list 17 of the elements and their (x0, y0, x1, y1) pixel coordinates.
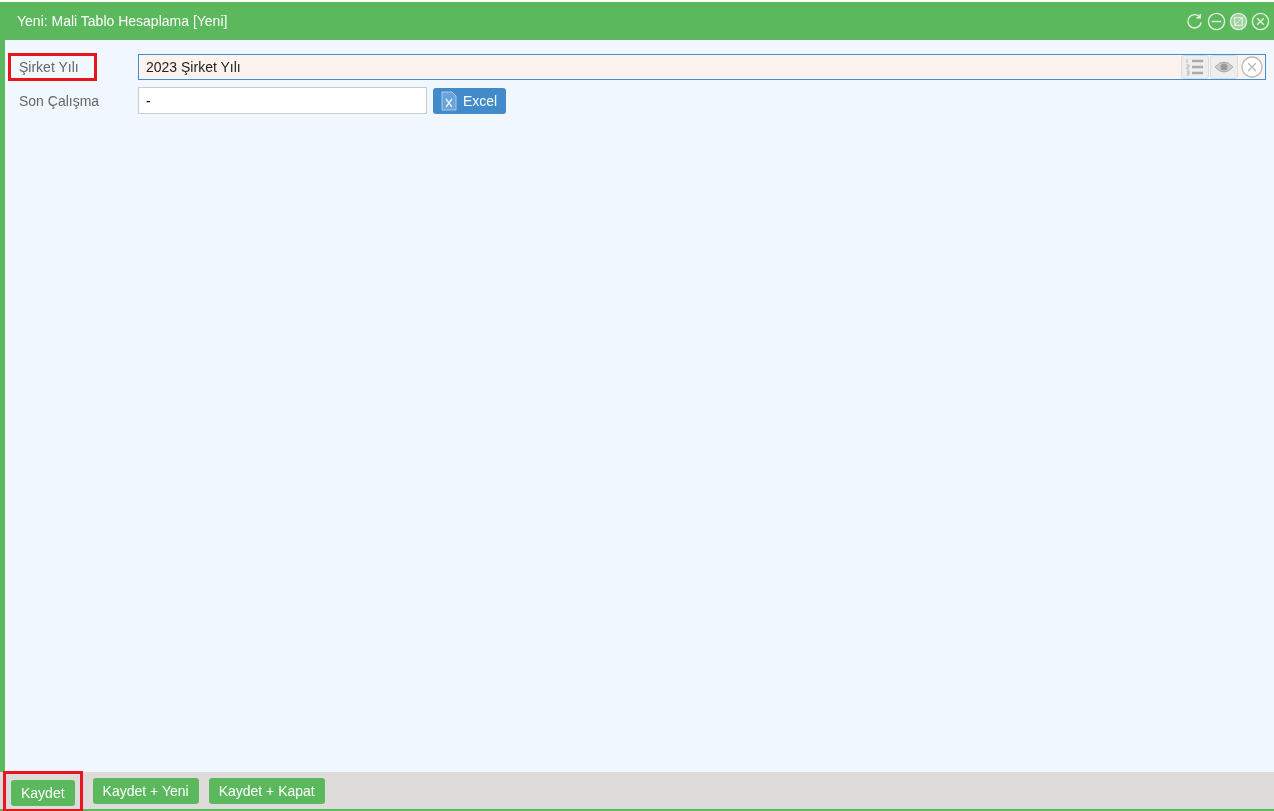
window-title: Yeni: Mali Tablo Hesaplama [Yeni] (17, 13, 228, 29)
save-button[interactable]: Kaydet + Yeni (92, 777, 199, 804)
field-label: Son Çalışma (18, 91, 101, 111)
eye-icon[interactable] (1210, 54, 1238, 79)
maximize-icon[interactable] (1229, 11, 1248, 31)
excel-button[interactable]: Excel (433, 87, 507, 114)
field-label: Şirket Yılı (8, 52, 97, 81)
spreadsheet-file-icon (441, 90, 457, 111)
save-button[interactable]: Kaydet (11, 780, 75, 806)
refresh-icon[interactable] (1185, 11, 1204, 31)
minimize-icon[interactable] (1207, 11, 1226, 31)
close-icon[interactable] (1251, 11, 1270, 31)
lookup-field[interactable]: 2023 Şirket Yılı (138, 53, 1266, 80)
save-button[interactable]: Kaydet + Kapat (208, 777, 325, 804)
text-field[interactable]: - (138, 87, 427, 114)
list-icon[interactable] (1181, 54, 1209, 79)
clear-icon[interactable] (1241, 55, 1263, 78)
